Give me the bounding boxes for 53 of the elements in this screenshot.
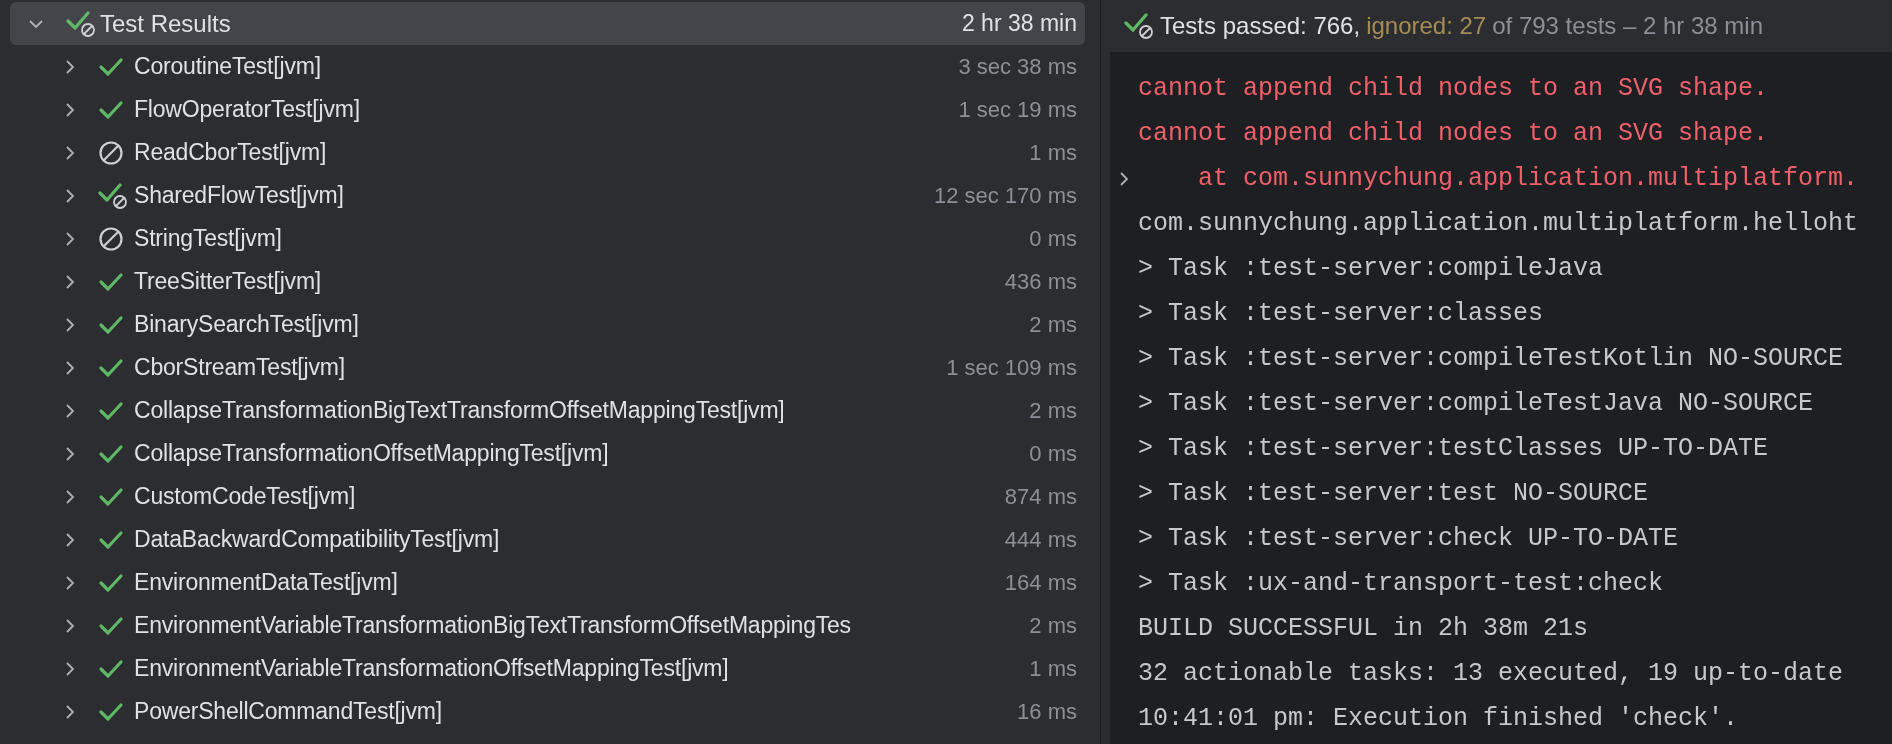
test-class-label[interactable]: DataBackwardCompatibilityTest[jvm] <box>134 522 1001 557</box>
duration-label: 2 ms <box>1029 612 1077 640</box>
console-line: > Task :test-server:compileJava <box>1138 252 1604 285</box>
console-line: BUILD SUCCESSFUL in 2h 38m 21s <box>1138 612 1589 645</box>
test-class-label[interactable]: BinarySearchTest[jvm] <box>134 307 1026 342</box>
duration-label: 12 sec 170 ms <box>933 182 1077 210</box>
duration-label: 874 ms <box>1004 483 1077 511</box>
duration-label: 2 hr 38 min <box>961 9 1077 39</box>
test-class-label[interactable]: CborStreamTest[jvm] <box>134 350 943 385</box>
test-class-label[interactable]: StringTest[jvm] <box>134 221 1026 256</box>
console-line: > Task :test-server:check UP-TO-DATE <box>1138 522 1679 555</box>
summary-text: ignored: 27 <box>1366 11 1487 41</box>
summary-text: of 793 tests – 2 hr 38 min <box>1492 11 1764 41</box>
test-class-label[interactable]: TreeSitterTest[jvm] <box>134 264 1001 299</box>
duration-label: 444 ms <box>1004 526 1077 554</box>
test-class-label[interactable]: CollapseTransformationBigTextTransformOffsetMappingTest[jvm] <box>134 393 1026 428</box>
console-line: 32 actionable tasks: 13 executed, 19 up-to-date <box>1138 657 1844 690</box>
duration-label: 0 ms <box>1029 440 1077 468</box>
test-class-label[interactable]: ReadCborTest[jvm] <box>134 135 1026 170</box>
duration-label: 1 sec 109 ms <box>946 354 1077 382</box>
duration-label: 2 ms <box>1029 397 1077 425</box>
test-class-label[interactable]: PowerShellCommandTest[jvm] <box>134 694 1014 729</box>
console-line: 10:41:01 pm: Execution finished 'check'. <box>1138 702 1739 735</box>
test-class-label[interactable]: CoroutineTest[jvm] <box>134 49 955 84</box>
test-class-label[interactable]: EnvironmentDataTest[jvm] <box>134 565 1001 600</box>
duration-label: 1 sec 19 ms <box>958 96 1077 124</box>
duration-label: 164 ms <box>1004 569 1077 597</box>
console-line: at com.sunnychung.application.multiplatform. <box>1197 162 1859 195</box>
duration-label: 2 ms <box>1029 311 1077 339</box>
console-line: > Task :ux-and-transport-test:check <box>1138 567 1664 600</box>
test-class-label[interactable]: EnvironmentVariableTransformationBigTextTransformOffsetMappingTes <box>134 608 1026 643</box>
console-line: > Task :test-server:test NO-SOURCE <box>1138 477 1649 510</box>
test-class-label[interactable]: CollapseTransformationOffsetMappingTest[jvm] <box>134 436 1026 471</box>
duration-label: 1 ms <box>1029 655 1077 683</box>
console-line: > Task :test-server:classes <box>1138 297 1544 330</box>
console-line: > Task :test-server:testClasses UP-TO-DATE <box>1138 432 1769 465</box>
summary-text: Tests passed: 766, <box>1160 11 1361 41</box>
console-line: cannot append child nodes to an SVG shape. <box>1138 117 1769 150</box>
test-class-label[interactable]: CustomCodeTest[jvm] <box>134 479 1001 514</box>
duration-label: 16 ms <box>1017 698 1077 726</box>
tree-item-label: Test Results <box>100 8 232 39</box>
test-class-label[interactable]: SharedFlowTest[jvm] <box>134 178 930 213</box>
test-class-label[interactable]: EnvironmentVariableTransformationOffsetMappingTest[jvm] <box>134 651 1026 686</box>
tree-row[interactable]: Test Results 2 hr 38 min <box>10 2 1085 45</box>
console-line: > Task :test-server:compileTestKotlin NO-SOURCE <box>1138 342 1844 375</box>
console-line: com.sunnychung.application.multiplatform.helloht <box>1138 207 1859 240</box>
console-line: > Task :test-server:compileTestJava NO-SOURCE <box>1138 387 1814 420</box>
duration-label: 3 sec 38 ms <box>958 53 1077 81</box>
duration-label: 436 ms <box>1004 268 1077 296</box>
duration-label: 1 ms <box>1029 139 1077 167</box>
duration-label: 0 ms <box>1029 225 1077 253</box>
test-class-label[interactable]: FlowOperatorTest[jvm] <box>134 92 955 127</box>
console-line: cannot append child nodes to an SVG shape. <box>1138 72 1769 105</box>
